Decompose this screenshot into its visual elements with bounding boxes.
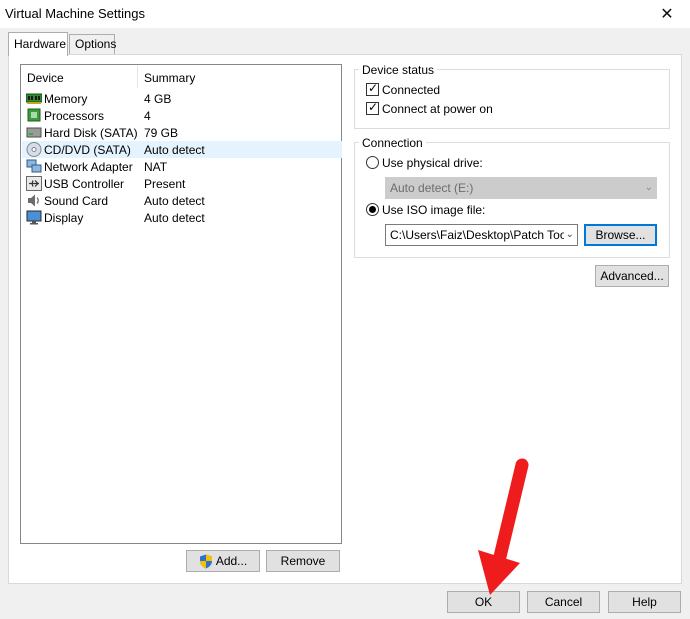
- tab-label: Options: [75, 37, 117, 51]
- column-header-summary[interactable]: Summary: [144, 71, 195, 85]
- device-summary: Auto detect: [144, 194, 205, 208]
- display-icon: [26, 210, 42, 225]
- remove-button-label: Remove: [280, 554, 326, 568]
- radio-selected-dot: [369, 206, 376, 213]
- advanced-button[interactable]: Advanced...: [595, 265, 669, 287]
- window-title: Virtual Machine Settings: [5, 6, 145, 21]
- checkbox-box: ✓: [366, 100, 379, 115]
- chevron-down-icon: ⌄: [563, 225, 574, 245]
- device-name: Display: [44, 211, 84, 225]
- tab-label: Hardware: [14, 37, 67, 51]
- device-name: Hard Disk (SATA): [44, 126, 138, 140]
- help-button-label: Help: [632, 595, 657, 609]
- use-physical-drive-label: Use physical drive:: [382, 156, 483, 170]
- connected-checkbox[interactable]: ✓ Connected: [366, 81, 516, 98]
- physical-drive-select[interactable]: Auto detect (E:) ⌄: [385, 177, 657, 199]
- shield-icon: [199, 554, 212, 568]
- browse-button-label: Browse...: [595, 228, 646, 242]
- device-name: Sound Card: [44, 194, 109, 208]
- device-row-network-adapter[interactable]: Network Adapter NAT: [22, 158, 342, 175]
- usb-icon: [26, 176, 42, 191]
- column-divider[interactable]: [137, 66, 138, 88]
- device-name: USB Controller: [44, 177, 125, 191]
- connect-at-power-on-checkbox[interactable]: ✓ Connect at power on: [366, 100, 526, 117]
- device-row-usb-controller[interactable]: USB Controller Present: [22, 175, 342, 192]
- advanced-button-label: Advanced...: [600, 269, 664, 283]
- cd-dvd-icon: [26, 142, 42, 157]
- device-status-title: Device status: [359, 63, 438, 77]
- radio-circle: [366, 203, 379, 216]
- device-row-sound-card[interactable]: Sound Card Auto detect: [22, 192, 342, 209]
- device-summary: 79 GB: [144, 126, 179, 140]
- connect-at-power-on-label: Connect at power on: [382, 102, 493, 116]
- arrow-shaft: [491, 458, 529, 572]
- use-physical-drive-radio[interactable]: Use physical drive:: [366, 155, 516, 171]
- remove-button[interactable]: Remove: [266, 550, 340, 572]
- device-row-display[interactable]: Display Auto detect: [22, 209, 342, 226]
- device-row-memory[interactable]: Memory 4 GB: [22, 90, 342, 107]
- device-name: Network Adapter: [44, 160, 133, 174]
- device-list[interactable]: Device Summary Memory 4 GB Processors 4 …: [20, 64, 342, 544]
- arrow-head: [478, 550, 520, 595]
- iso-path-value: C:\Users\Faiz\Desktop\Patch Tool\: [390, 228, 573, 242]
- device-name: CD/DVD (SATA): [44, 143, 131, 157]
- connection-title: Connection: [359, 136, 426, 150]
- device-name: Processors: [44, 109, 105, 123]
- device-summary: Present: [144, 177, 186, 191]
- chevron-down-icon: ⌄: [644, 182, 653, 193]
- close-button[interactable]: ✕: [644, 0, 690, 28]
- device-name: Memory: [44, 92, 88, 106]
- radio-circle: [366, 156, 379, 169]
- tab-options[interactable]: Options: [69, 34, 117, 54]
- device-summary: NAT: [144, 160, 168, 174]
- device-status-group: [354, 69, 670, 129]
- use-iso-image-label: Use ISO image file:: [382, 203, 486, 217]
- check-icon: ✓: [368, 100, 379, 114]
- iso-path-combo[interactable]: C:\Users\Faiz\Desktop\Patch Tool\ ⌄: [385, 224, 578, 246]
- device-row-processors[interactable]: Processors 4: [22, 107, 342, 124]
- use-iso-image-radio[interactable]: Use ISO image file:: [366, 202, 516, 218]
- add-button-label: Add...: [215, 554, 248, 568]
- help-button[interactable]: Help: [608, 591, 681, 613]
- connected-label: Connected: [382, 83, 441, 97]
- sound-card-icon: [28, 194, 39, 207]
- close-icon: ✕: [660, 6, 674, 23]
- device-row-cd-dvd[interactable]: CD/DVD (SATA) Auto detect: [22, 141, 342, 158]
- column-header-device[interactable]: Device: [27, 71, 64, 85]
- hard-disk-icon: [26, 127, 42, 138]
- device-summary: 4 GB: [144, 92, 172, 106]
- checkbox-box: ✓: [366, 81, 379, 96]
- physical-drive-value: Auto detect (E:): [390, 181, 474, 195]
- device-row-hard-disk[interactable]: Hard Disk (SATA) 79 GB: [22, 124, 342, 141]
- network-adapter-icon: [26, 159, 42, 173]
- tab-hardware[interactable]: Hardware: [8, 32, 68, 56]
- device-summary: 4: [144, 109, 151, 123]
- cancel-button-label: Cancel: [544, 595, 583, 609]
- list-header: Device Summary: [21, 65, 341, 89]
- add-button[interactable]: Add...: [186, 550, 260, 572]
- processor-icon: [27, 108, 41, 122]
- device-summary: Auto detect: [144, 143, 205, 157]
- device-summary: Auto detect: [144, 211, 205, 225]
- browse-button[interactable]: Browse...: [584, 224, 657, 246]
- title-bar: Virtual Machine Settings ✕: [0, 0, 690, 28]
- annotation-arrow-icon: [478, 458, 529, 595]
- memory-icon: [26, 93, 42, 104]
- check-icon: ✓: [368, 81, 379, 95]
